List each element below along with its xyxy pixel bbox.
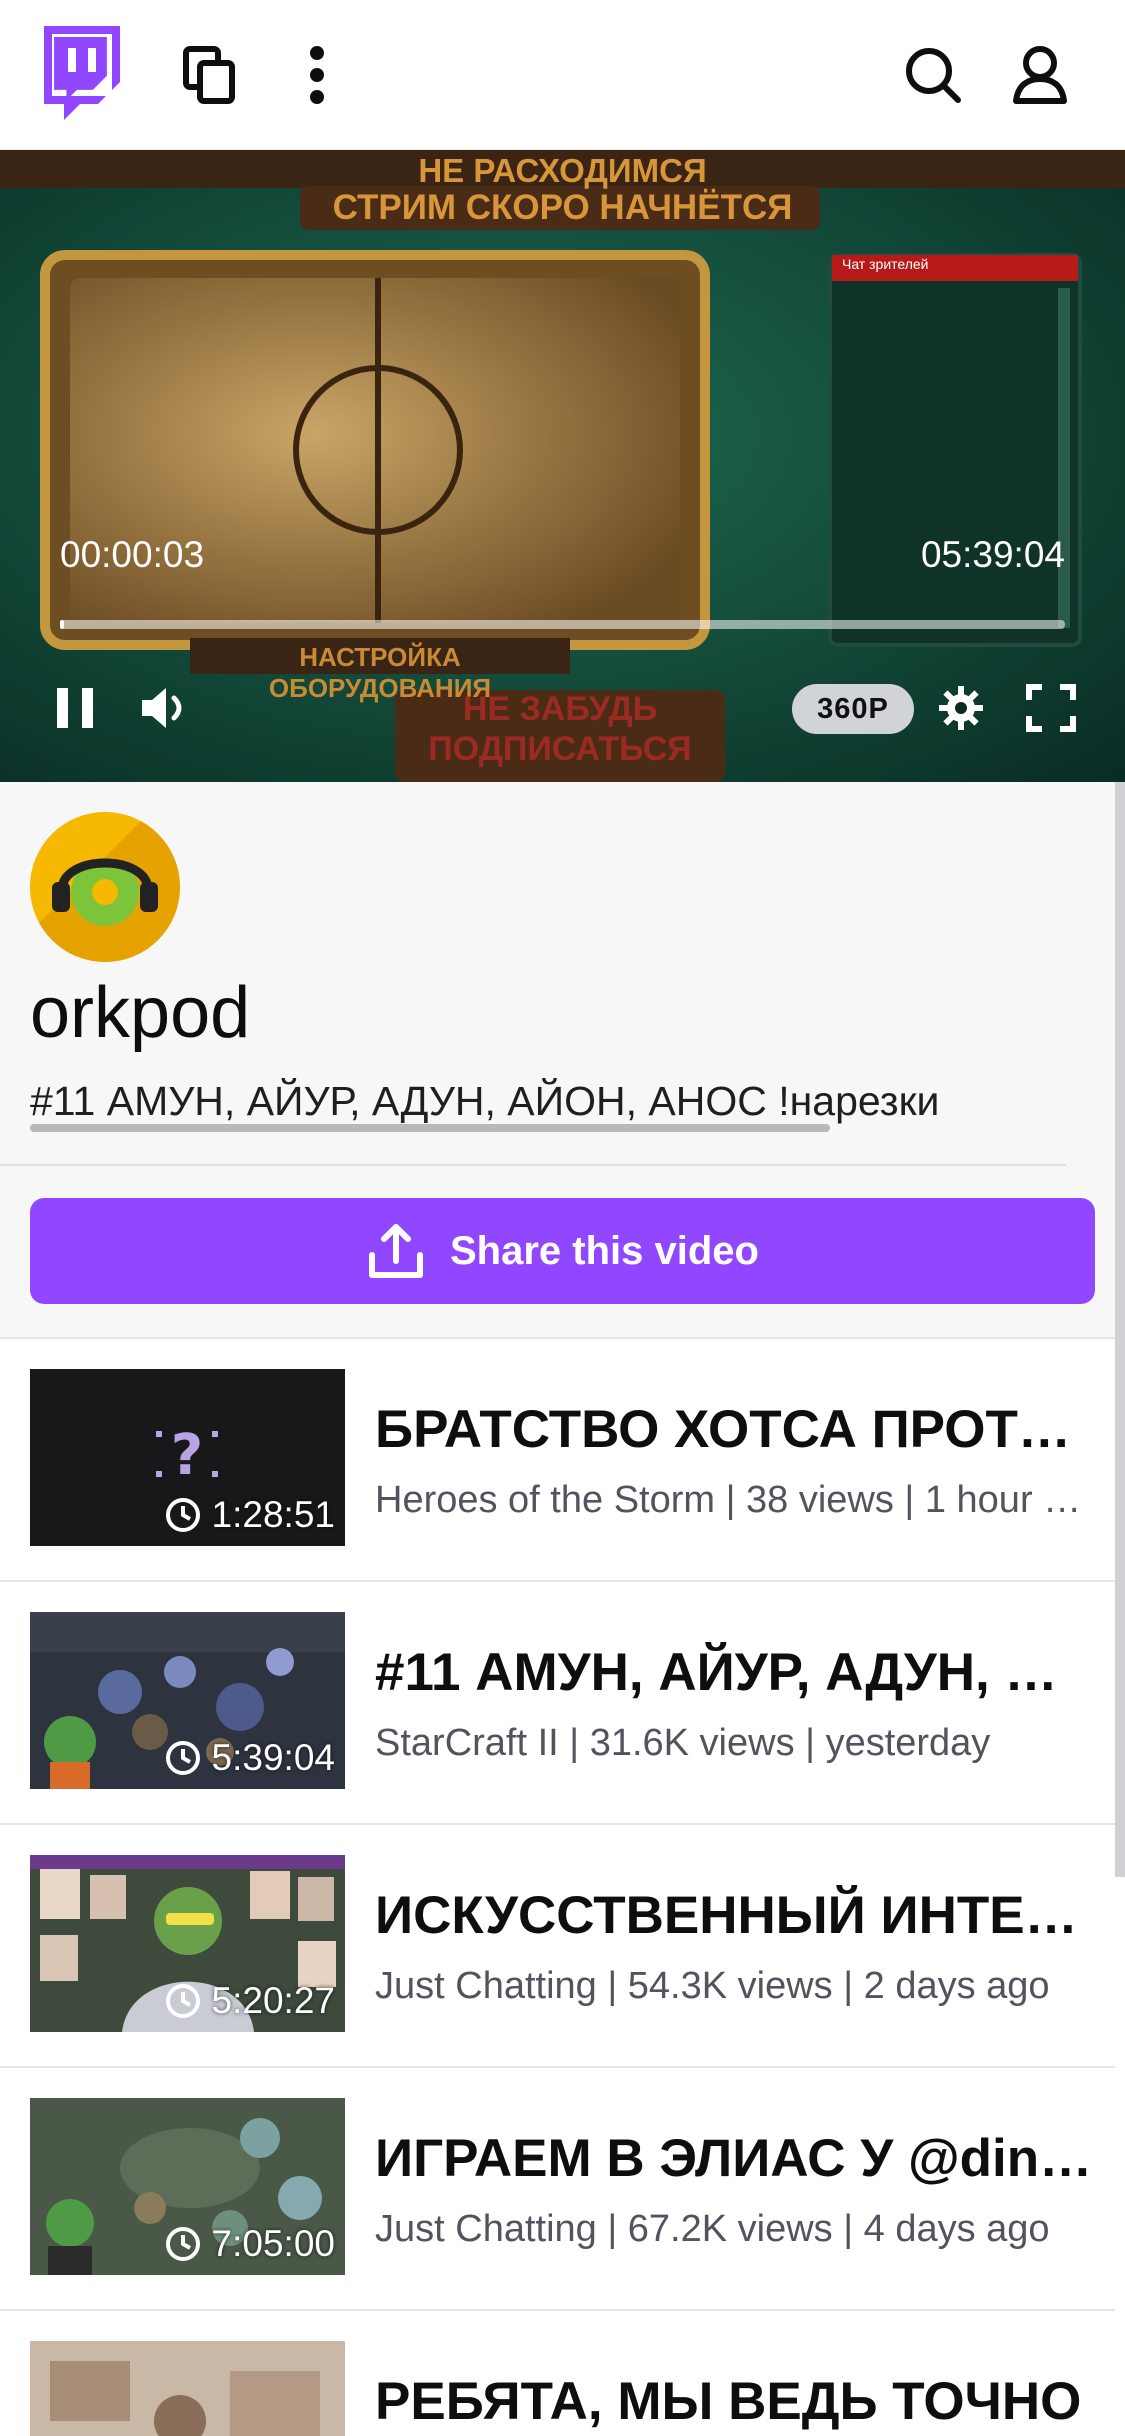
twitch-logo[interactable] (36, 26, 120, 122)
more-icon[interactable] (282, 40, 352, 110)
quality-badge[interactable]: 360P (792, 684, 914, 734)
share-button-label: Share this video (450, 1228, 759, 1273)
video-title[interactable]: БРАТСТВО ХОТСА ПРОТИВ ВСЕХ (375, 1399, 1095, 1460)
video-thumbnail[interactable]: 7:05:00 (30, 2098, 345, 2275)
overlay-bottom-1: НЕ ЗАБУДЬ (462, 690, 658, 728)
overlay-line-2: СТРИМ СКОРО НАЧНЁТСЯ (332, 188, 793, 227)
video-thumbnail[interactable]: ? 1:28:51 (30, 1369, 345, 1546)
channel-name[interactable]: orkpod (30, 972, 250, 1054)
video-list: ? 1:28:51 БРАТСТВО ХОТСА ПРОТИВ ВСЕХ Her… (0, 1337, 1115, 2436)
svg-text:?: ? (171, 1423, 203, 1488)
clock-icon (165, 1984, 200, 2018)
headphones-donut-avatar (30, 812, 180, 962)
video-list-item[interactable]: РЕБЯТА, МЫ ВЕДЬ ТОЧНО (0, 2309, 1115, 2436)
copy-icon[interactable] (175, 40, 245, 110)
duration-text: 5:20:27 (211, 1980, 335, 2021)
channel-info: orkpod #11 АМУН, АЙУР, АДУН, АЙОН, АНОС … (0, 782, 1115, 1337)
gear-icon (939, 686, 983, 730)
video-thumbnail[interactable] (30, 2341, 345, 2436)
clock-icon (165, 2227, 200, 2261)
pause-button[interactable] (50, 680, 100, 736)
duration-badge: 5:39:04 (164, 1737, 335, 1779)
divider (0, 1164, 1066, 1166)
avatar[interactable] (30, 812, 180, 962)
clock-icon (165, 1498, 200, 1532)
overlay-chat-title: Чат зрителей (842, 256, 929, 272)
video-player[interactable]: НЕ РАСХОДИМСЯ СТРИМ СКОРО НАЧНЁТСЯ НАСТР… (0, 150, 1125, 782)
settings-button[interactable] (935, 680, 987, 736)
video-meta: Heroes of the Storm | 38 views | 1 hour … (375, 1479, 1095, 1521)
seek-bar[interactable] (60, 620, 1065, 629)
video-list-item[interactable]: 7:05:00 ИГРАЕМ В ЭЛИАС У @dinablin Just … (0, 2066, 1115, 2309)
video-list-item[interactable]: 5:20:27 ИСКУССТВЕННЫЙ ИНТЕЛЛЕКТ Just Cha… (0, 1823, 1115, 2066)
video-list-item[interactable]: ? 1:28:51 БРАТСТВО ХОТСА ПРОТИВ ВСЕХ Her… (0, 1337, 1115, 1580)
fullscreen-button[interactable] (1023, 680, 1079, 736)
duration-badge: 5:20:27 (164, 1980, 335, 2022)
video-title[interactable]: #11 АМУН, АЙУР, АДУН, АЙОН, АНОС (375, 1642, 1095, 1703)
title-scroll-indicator (30, 1124, 830, 1132)
video-meta: Just Chatting | 54.3K views | 2 days ago (375, 1965, 1050, 2007)
page-scrollbar[interactable] (1115, 782, 1125, 1877)
user-icon[interactable] (1005, 40, 1075, 110)
video-title[interactable]: ИСКУССТВЕННЫЙ ИНТЕЛЛЕКТ (375, 1885, 1095, 1946)
duration-text: 5:39:04 (211, 1737, 335, 1778)
search-icon[interactable] (898, 40, 968, 110)
drawing-thumbnail-image (30, 2341, 345, 2436)
duration-text: 1:28:51 (211, 1494, 335, 1535)
duration-badge: 1:28:51 (164, 1494, 335, 1536)
overlay-line-1: НЕ РАСХОДИМСЯ (418, 152, 707, 189)
seek-bar-fill (60, 620, 65, 629)
top-bar (0, 0, 1125, 150)
share-upload-icon (369, 1224, 423, 1278)
clock-icon (165, 1741, 200, 1775)
video-title[interactable]: ИГРАЕМ В ЭЛИАС У @dinablin (375, 2128, 1095, 2189)
total-duration: 05:39:04 (920, 534, 1065, 575)
video-thumbnail[interactable]: 5:39:04 (30, 1612, 345, 1789)
volume-icon (142, 688, 182, 728)
video-title[interactable]: РЕБЯТА, МЫ ВЕДЬ ТОЧНО (375, 2371, 1095, 2432)
video-meta: StarCraft II | 31.6K views | yesterday (375, 1722, 991, 1764)
duration-text: 7:05:00 (211, 2223, 335, 2264)
video-thumbnail[interactable]: 5:20:27 (30, 1855, 345, 2032)
pause-icon (57, 688, 93, 728)
video-meta: Just Chatting | 67.2K views | 4 days ago (375, 2208, 1050, 2250)
duration-badge: 7:05:00 (164, 2223, 335, 2265)
fullscreen-icon (1026, 684, 1076, 732)
volume-button[interactable] (135, 680, 195, 736)
stream-title: #11 АМУН, АЙУР, АДУН, АЙОН, АНОС !нарезк… (30, 1078, 940, 1124)
overlay-bottom-2: ПОДПИСАТЬСЯ (428, 730, 692, 768)
share-video-button[interactable]: Share this video (30, 1198, 1095, 1304)
elapsed-time: 00:00:03 (60, 534, 205, 575)
video-list-item[interactable]: 5:39:04 #11 АМУН, АЙУР, АДУН, АЙОН, АНОС… (0, 1580, 1115, 1823)
